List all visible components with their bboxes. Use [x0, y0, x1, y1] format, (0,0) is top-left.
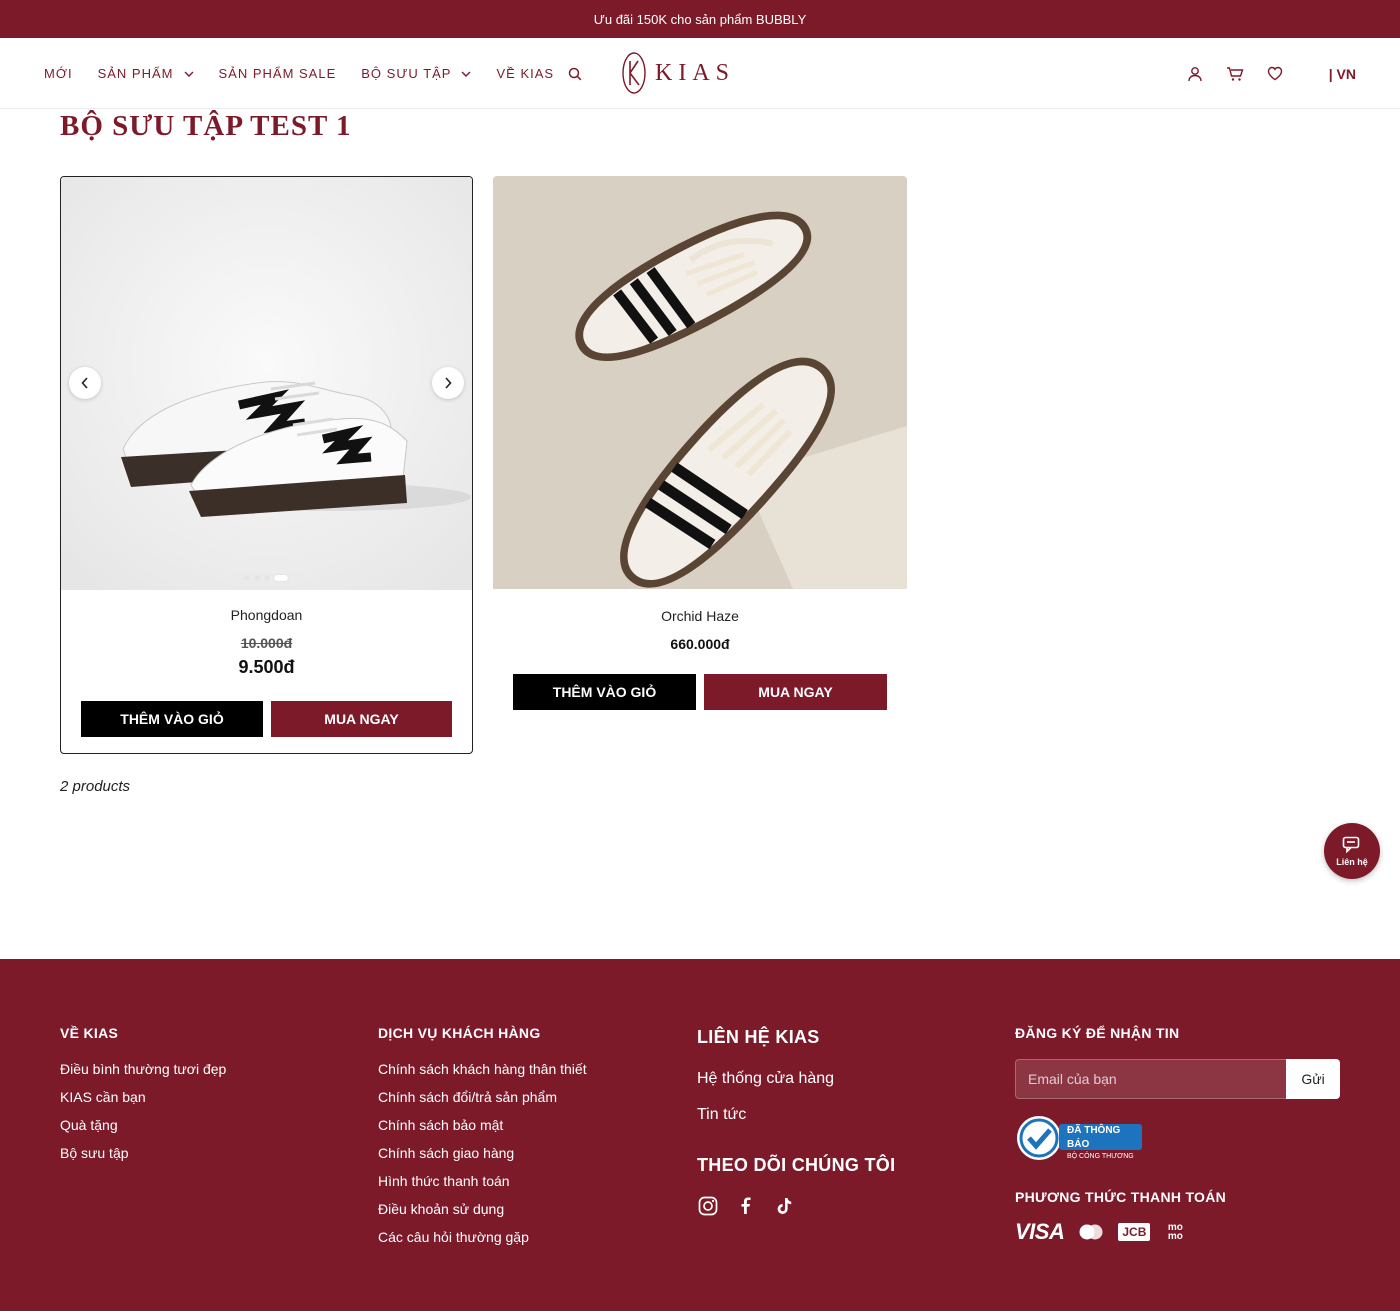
- heart-icon: [1267, 66, 1282, 81]
- footer-heading: ĐĂNG KÝ ĐỂ NHẬN TIN: [1015, 1025, 1180, 1041]
- chevron-right-icon: [445, 377, 452, 389]
- logo-text: KIAS: [655, 59, 736, 86]
- product-image[interactable]: [493, 176, 907, 589]
- main-nav: MỚI SẢN PHẨM SẢN PHẨM SALE BỘ SƯU TẬP VỀ…: [44, 38, 582, 109]
- search-button[interactable]: [568, 67, 582, 81]
- nav-item-label: BỘ SƯU TẬP: [361, 66, 452, 81]
- footer-link[interactable]: Hình thức thanh toán: [378, 1173, 510, 1189]
- cart-button[interactable]: [1225, 64, 1245, 84]
- chevron-down-icon: [184, 71, 193, 77]
- announcement-bar: Ưu đãi 150K cho sản phẩm BUBBLY: [0, 0, 1400, 38]
- product-image[interactable]: [61, 177, 472, 590]
- site-logo[interactable]: KIAS: [621, 51, 735, 95]
- carousel-next-button[interactable]: [432, 367, 464, 399]
- nav-item-about[interactable]: VỀ KIAS: [496, 66, 554, 81]
- footer-link[interactable]: Tin tức: [697, 1106, 746, 1124]
- badge-sub-text: BỘ CÔNG THƯƠNG: [1067, 1153, 1134, 1160]
- tiktok-icon: [777, 1198, 792, 1214]
- chat-icon: [1342, 836, 1360, 853]
- newsletter-email-input[interactable]: [1015, 1059, 1286, 1099]
- nav-item-new[interactable]: MỚI: [44, 66, 73, 81]
- product-name[interactable]: Phongdoan: [61, 607, 472, 623]
- header-actions: | VN: [1185, 38, 1400, 109]
- nav-item-label: SẢN PHẨM: [97, 66, 174, 81]
- footer-link[interactable]: Bộ sưu tập: [60, 1145, 129, 1161]
- payment-methods: VISA JCB mo mo: [1015, 1219, 1186, 1245]
- footer-link[interactable]: Các câu hỏi thường gặp: [378, 1229, 529, 1245]
- footer-link[interactable]: Chính sách giao hàng: [378, 1145, 514, 1161]
- footer-link[interactable]: Chính sách đổi/trả sản phẩm: [378, 1089, 557, 1105]
- facebook-icon: [741, 1197, 751, 1214]
- contact-chat-button[interactable]: Liên hệ: [1324, 823, 1380, 879]
- chevron-left-icon: [81, 377, 88, 389]
- badge-main-text: ĐÃ THÔNG BÁO: [1067, 1125, 1121, 1150]
- footer-heading: DỊCH VỤ KHÁCH HÀNG: [378, 1025, 541, 1041]
- chat-label: Liên hệ: [1336, 856, 1368, 867]
- carousel-prev-button[interactable]: [69, 367, 101, 399]
- footer-link[interactable]: Chính sách khách hàng thân thiết: [378, 1061, 587, 1077]
- newsletter-form: Gửi: [1015, 1059, 1340, 1099]
- site-footer: VỀ KIAS Điều bình thường tươi đẹp KIAS c…: [0, 959, 1400, 1311]
- product-price: 9.500đ: [238, 657, 295, 677]
- carousel-dots: [244, 575, 292, 581]
- instagram-icon: [698, 1196, 718, 1216]
- language-selector[interactable]: | VN: [1329, 66, 1356, 82]
- carousel-dot-active[interactable]: [274, 575, 288, 581]
- momo-logo: mo mo: [1167, 1222, 1183, 1242]
- add-to-cart-button[interactable]: THÊM VÀO GIỎ: [81, 701, 263, 737]
- newsletter-submit-button[interactable]: Gửi: [1286, 1059, 1340, 1099]
- social-links: [697, 1195, 811, 1217]
- wishlist-button[interactable]: [1265, 64, 1285, 84]
- nav-item-label: SẢN PHẨM SALE: [218, 66, 337, 81]
- footer-link[interactable]: Điều khoản sử dụng: [378, 1201, 504, 1217]
- footer-heading: VỀ KIAS: [60, 1025, 119, 1041]
- footer-link[interactable]: Hệ thống cửa hàng: [697, 1070, 834, 1088]
- registered-check-icon: [1017, 1116, 1061, 1160]
- buy-now-button[interactable]: MUA NGAY: [271, 701, 452, 737]
- footer-heading: LIÊN HỆ KIAS: [697, 1027, 820, 1047]
- nav-item-label: VỀ KIAS: [496, 66, 555, 81]
- announcement-text: Ưu đãi 150K cho sản phẩm BUBBLY: [593, 11, 807, 27]
- buy-now-button[interactable]: MUA NGAY: [704, 674, 887, 710]
- carousel-dot[interactable]: [244, 575, 250, 581]
- mastercard-icon: [1079, 1224, 1103, 1240]
- nav-item-label: MỚI: [44, 66, 73, 81]
- jcb-logo: JCB: [1118, 1223, 1151, 1241]
- product-name[interactable]: Orchid Haze: [493, 608, 907, 624]
- product-price: 660.000đ: [670, 636, 730, 652]
- product-card[interactable]: Phongdoan 10.000đ 9.500đ THÊM VÀO GIỎ MU…: [60, 176, 473, 754]
- footer-link[interactable]: Quà tặng: [60, 1117, 118, 1133]
- logo-emblem-icon: [622, 52, 646, 94]
- nav-item-products[interactable]: SẢN PHẨM: [98, 66, 194, 81]
- chevron-down-icon: [461, 71, 471, 77]
- search-icon: [568, 67, 582, 80]
- product-card[interactable]: Orchid Haze 660.000đ THÊM VÀO GIỎ MUA NG…: [493, 176, 907, 716]
- nav-item-sale[interactable]: SẢN PHẨM SALE: [219, 66, 337, 81]
- footer-link[interactable]: Chính sách bảo mật: [378, 1117, 503, 1133]
- product-photo-sneaker: [61, 177, 472, 590]
- carousel-dot[interactable]: [254, 575, 260, 581]
- visa-logo: VISA: [1015, 1219, 1065, 1244]
- instagram-link[interactable]: [697, 1195, 719, 1217]
- footer-link[interactable]: KIAS cần bạn: [60, 1089, 146, 1105]
- site-header: MỚI SẢN PHẨM SẢN PHẨM SALE BỘ SƯU TẬP VỀ…: [0, 38, 1400, 109]
- registered-badge[interactable]: ĐÃ THÔNG BÁO BỘ CÔNG THƯƠNG: [1015, 1114, 1145, 1164]
- account-button[interactable]: [1185, 64, 1205, 84]
- cart-icon: [1226, 66, 1244, 81]
- nav-item-collections[interactable]: BỘ SƯU TẬP: [361, 66, 471, 81]
- carousel-dot[interactable]: [264, 575, 270, 581]
- footer-link[interactable]: Điều bình thường tươi đẹp: [60, 1061, 226, 1077]
- product-photo-sneakers: [493, 176, 907, 589]
- page-title: BỘ SƯU TẬP TEST 1: [60, 110, 352, 142]
- facebook-link[interactable]: [735, 1195, 757, 1217]
- add-to-cart-button[interactable]: THÊM VÀO GIỎ: [513, 674, 696, 710]
- footer-follow-heading: THEO DÕI CHÚNG TÔI: [697, 1155, 896, 1175]
- payment-heading: PHƯƠNG THỨC THANH TOÁN: [1015, 1189, 1227, 1205]
- product-count: 2 products: [60, 778, 131, 795]
- product-old-price: 10.000đ: [240, 635, 293, 651]
- tiktok-link[interactable]: [773, 1195, 795, 1217]
- user-icon: [1188, 66, 1202, 81]
